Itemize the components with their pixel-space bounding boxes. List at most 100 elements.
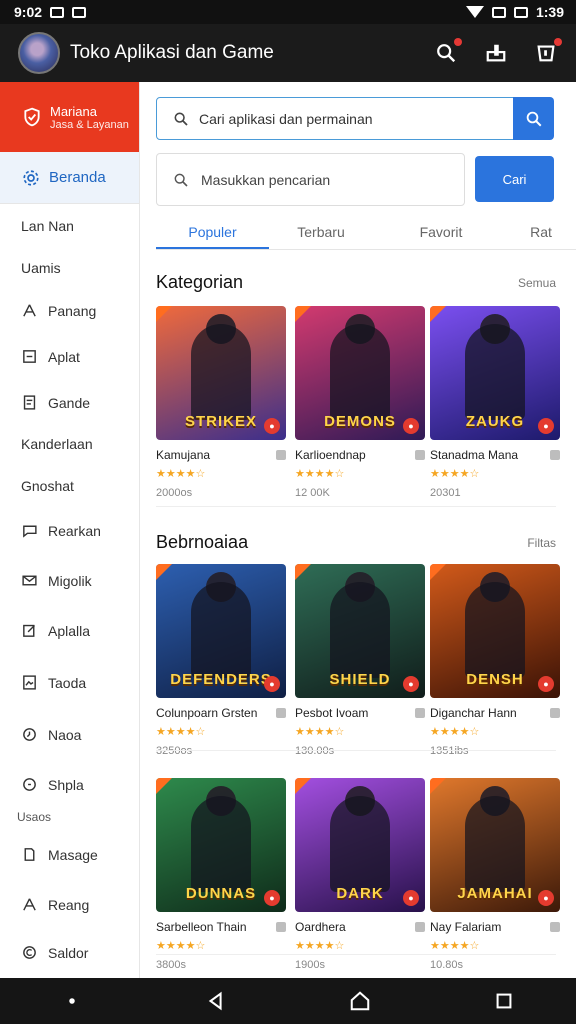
menu-icon[interactable]: [415, 922, 425, 932]
app-card[interactable]: DEFENDERS ● Colunpoarn Grsten ★★★★☆ 3250o…: [156, 564, 286, 757]
app-thumbnail[interactable]: JAMAHAI ●: [430, 778, 560, 912]
secondary-search-input[interactable]: Masukkan pencarian: [156, 153, 465, 206]
section-more-link[interactable]: Filtas: [527, 536, 556, 550]
sidebar-item[interactable]: Panang: [0, 302, 96, 319]
copyright-icon: [23, 946, 36, 959]
app-card[interactable]: STRIKEX ● Kamujana ★★★★☆ 2000os: [156, 306, 286, 499]
sidebar-item[interactable]: Naoa: [0, 726, 81, 743]
search-button[interactable]: [513, 97, 554, 140]
rating-stars: ★★★★☆: [156, 468, 206, 480]
recents-icon[interactable]: [493, 990, 515, 1012]
sidebar-item-label: Reang: [48, 896, 90, 913]
app-card[interactable]: DENSH ● Diganchar Hann ★★★★☆ 1351ibs: [430, 564, 560, 757]
status-clock: 1:39: [535, 4, 564, 20]
sidebar-item-label: Aplat: [48, 348, 80, 365]
sidebar-item[interactable]: Masage: [0, 846, 98, 863]
notification-icon: [72, 6, 87, 18]
app-thumbnail[interactable]: DARK ●: [295, 778, 425, 912]
sidebar-hero[interactable]: Mariana Jasa & Layanan: [0, 82, 139, 152]
sidebar-item[interactable]: Kanderlaan: [0, 436, 93, 452]
sidebar-item[interactable]: Aplalla: [0, 622, 90, 639]
thumbnail-logo: STRIKEX: [184, 413, 257, 430]
home-icon[interactable]: [349, 990, 371, 1012]
notification-icon: [50, 6, 65, 18]
menu-icon[interactable]: [276, 922, 286, 932]
search-icon[interactable]: [434, 38, 462, 65]
app-card[interactable]: JAMAHAI ● Nay Falariam ★★★★☆ 10.80s: [430, 778, 560, 971]
app-thumbnail[interactable]: ZAUKG ●: [430, 306, 560, 440]
app-thumbnail[interactable]: SHIELD ●: [295, 564, 425, 698]
app-thumbnail[interactable]: DENSH ●: [430, 564, 560, 698]
sidebar-item[interactable]: Aplat: [0, 348, 80, 365]
sidebar-item-label: Aplalla: [48, 622, 91, 639]
menu-icon[interactable]: [415, 708, 425, 718]
sidebar-item[interactable]: Saldor: [0, 944, 88, 961]
app-card[interactable]: DEMONS ● Karlioendnap ★★★★☆ 12 00K: [295, 306, 425, 499]
app-card[interactable]: ZAUKG ● Stanadma Mana ★★★★☆ 20301: [430, 306, 560, 499]
secondary-search-button[interactable]: Cari: [475, 156, 554, 202]
section-header: Kategorian Semua: [156, 272, 556, 293]
search-icon: [174, 173, 188, 187]
tab-bar: Populer Terbaru Favorit Rat: [156, 218, 576, 250]
sidebar-item[interactable]: Shpla: [0, 776, 84, 793]
menu-icon[interactable]: [550, 922, 560, 932]
menu-icon[interactable]: [276, 450, 286, 460]
sidebar-item[interactable]: Migolik: [0, 572, 92, 589]
search-icon: [526, 111, 541, 126]
sidebar-item[interactable]: Reang: [0, 896, 89, 913]
main-content: Cari aplikasi dan permainan Masukkan pen…: [140, 82, 576, 978]
app-name: Pesbot Ivoam: [295, 706, 369, 720]
app-thumbnail[interactable]: DUNNAS ●: [156, 778, 286, 912]
person-icon: [23, 898, 36, 911]
badge-icon: ●: [538, 676, 554, 692]
app-meta: 10.80s: [430, 959, 464, 971]
sidebar-item-label: Naoa: [48, 726, 82, 743]
menu-icon[interactable]: [550, 450, 560, 460]
sidebar-item[interactable]: Rearkan: [0, 522, 101, 539]
search-icon: [174, 112, 188, 126]
dot-icon: [69, 998, 75, 1004]
rating-stars: ★★★★☆: [430, 468, 480, 480]
sidebar-item-label: Shpla: [48, 776, 84, 793]
sidebar-item[interactable]: Taoda: [0, 674, 86, 691]
app-card[interactable]: DARK ● Oardhera ★★★★☆ 1900s: [295, 778, 425, 971]
document-icon: [23, 395, 36, 410]
image-icon: [23, 675, 36, 690]
search-input[interactable]: Cari aplikasi dan permainan: [156, 97, 514, 140]
wifi-icon: [465, 6, 484, 18]
sidebar-item[interactable]: Gnoshat: [0, 478, 74, 494]
app-thumbnail[interactable]: DEFENDERS ●: [156, 564, 286, 698]
app-card[interactable]: DUNNAS ● Sarbelleon Thain ★★★★☆ 3800s: [156, 778, 286, 971]
app-title: Toko Aplikasi dan Game: [70, 42, 274, 63]
share-icon[interactable]: [484, 41, 508, 65]
sidebar-item[interactable]: Gande: [0, 394, 90, 411]
back-icon[interactable]: [205, 990, 227, 1012]
divider: [156, 954, 556, 955]
app-thumbnail[interactable]: STRIKEX ●: [156, 306, 286, 440]
tab-terbaru[interactable]: Terbaru: [276, 218, 366, 249]
sidebar-item[interactable]: Uamis: [0, 260, 61, 276]
app-thumbnail[interactable]: DEMONS ●: [295, 306, 425, 440]
tab-populer[interactable]: Populer: [156, 218, 269, 249]
badge-icon: ●: [264, 890, 280, 906]
app-card[interactable]: SHIELD ● Pesbot Ivoam ★★★★☆ 130.00s: [295, 564, 425, 757]
sidebar-item[interactable]: Lan Nan: [0, 218, 74, 234]
thumbnail-logo: DEMONS: [324, 413, 396, 430]
thumbnail-logo: DARK: [336, 885, 384, 902]
search-placeholder: Cari aplikasi dan permainan: [199, 110, 373, 127]
tab-favorit[interactable]: Favorit: [396, 218, 486, 249]
menu-icon[interactable]: [415, 450, 425, 460]
sidebar-item-label: Lan Nan: [21, 218, 74, 234]
sidebar-item-active[interactable]: Beranda: [0, 152, 139, 204]
app-name: Nay Falariam: [430, 920, 502, 934]
section-more-link[interactable]: Semua: [518, 276, 556, 290]
badge-icon: ●: [403, 890, 419, 906]
menu-icon[interactable]: [550, 708, 560, 718]
avatar[interactable]: [18, 32, 60, 74]
secondary-search-placeholder: Masukkan pencarian: [201, 171, 331, 188]
cart-icon[interactable]: [534, 38, 562, 65]
rating-stars: ★★★★☆: [156, 726, 206, 738]
signal-icon: [491, 6, 506, 18]
tab-more[interactable]: Rat: [516, 218, 566, 249]
menu-icon[interactable]: [276, 708, 286, 718]
